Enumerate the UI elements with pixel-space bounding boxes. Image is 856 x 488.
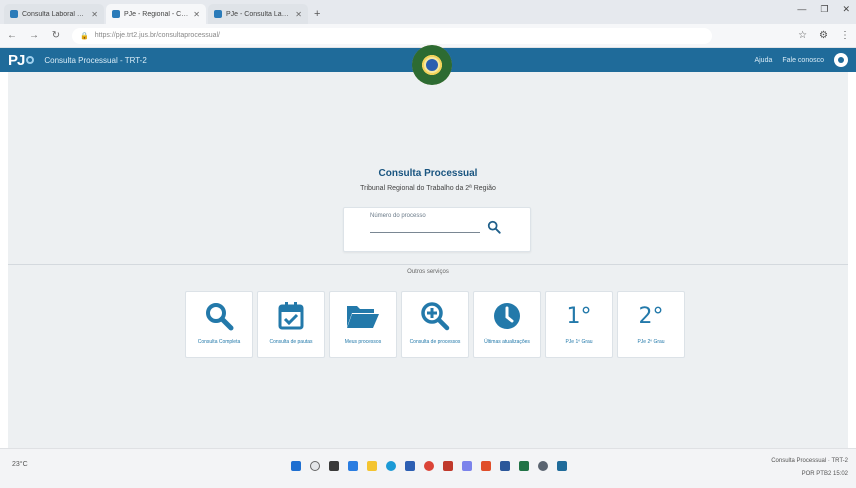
service-big-text: 2°: [638, 303, 664, 329]
search-icon[interactable]: [310, 461, 320, 471]
file-explorer-icon[interactable]: [367, 461, 377, 471]
close-tab-icon[interactable]: ✕: [295, 10, 302, 19]
header-links: Ajuda Fale conosco: [754, 53, 848, 67]
teams-icon[interactable]: [462, 461, 472, 471]
app-title: Consulta Processual - TRT-2: [44, 55, 147, 65]
main-content: [8, 72, 848, 448]
process-search-box: Número do processo: [343, 207, 531, 252]
pje-logo[interactable]: PJ: [8, 51, 35, 69]
services-grid: Consulta Completa Consulta de pautas Meu…: [185, 291, 685, 358]
second-degree-icon: 2°: [634, 301, 668, 331]
url-field[interactable]: 🔒 https://pje.trt2.jus.br/consultaproces…: [72, 27, 712, 44]
contact-link[interactable]: Fale conosco: [782, 57, 824, 64]
settings-icon[interactable]: [538, 461, 548, 471]
service-label: PJe 2º Grau: [637, 339, 665, 345]
chrome-icon[interactable]: [424, 461, 434, 471]
folder-open-icon: [346, 301, 380, 331]
browser-tab-1[interactable]: Consulta Laboral Eletrônica - PJE ✕: [4, 4, 104, 24]
service-label: Meus processos: [344, 339, 382, 345]
service-card-consulta-pautas[interactable]: Consulta de pautas: [257, 291, 325, 358]
service-label: Consulta de processos: [409, 339, 461, 345]
taskbar-apps: [291, 461, 567, 471]
clock-icon: [490, 301, 524, 331]
close-window-button[interactable]: ✕: [842, 4, 850, 15]
service-card-consulta-completa[interactable]: Consulta Completa: [185, 291, 253, 358]
window-controls: — ❐ ✕: [797, 4, 850, 15]
service-big-text: 1°: [566, 303, 592, 329]
minimize-button[interactable]: —: [797, 4, 806, 15]
zoom-in-icon: [418, 301, 452, 331]
process-number-input[interactable]: [370, 232, 480, 233]
coat-of-arms-icon: [412, 45, 452, 85]
edge-icon[interactable]: [386, 461, 396, 471]
browser-toolbar-right: ☆ ⚙ ⋮: [798, 30, 850, 41]
section-divider: [8, 264, 848, 265]
back-icon[interactable]: ←: [6, 30, 18, 41]
service-label: Últimas atualizações: [484, 339, 530, 345]
calendar-check-icon: [274, 301, 308, 331]
tab-favicon-icon: [112, 10, 120, 18]
close-tab-icon[interactable]: ✕: [193, 10, 200, 19]
tab-favicon-icon: [214, 10, 222, 18]
help-link[interactable]: Ajuda: [754, 57, 772, 64]
task-view-icon[interactable]: [329, 461, 339, 471]
browser-tab-3[interactable]: PJe - Consulta Laboral Eletrônica ✕: [208, 4, 308, 24]
app-icon[interactable]: [557, 461, 567, 471]
windows-taskbar: 23°C Consulta Processual · TRT-2 POR PTB…: [0, 448, 856, 488]
user-icon[interactable]: [834, 53, 848, 67]
tab-label: PJe - Regional - Consulta Proc.: [124, 10, 189, 18]
search-icon: [202, 301, 236, 331]
mail-icon[interactable]: [443, 461, 453, 471]
menu-icon[interactable]: ⋮: [840, 30, 850, 41]
service-label: PJe 1º Grau: [565, 339, 593, 345]
star-icon[interactable]: ☆: [798, 30, 807, 41]
service-card-consulta-processos[interactable]: Consulta de processos: [401, 291, 469, 358]
maximize-button[interactable]: ❐: [820, 4, 828, 15]
service-card-ultimas-atualizacoes[interactable]: Últimas atualizações: [473, 291, 541, 358]
services-title: Outros serviços: [407, 269, 449, 275]
search-icon[interactable]: [487, 220, 501, 234]
word-icon[interactable]: [500, 461, 510, 471]
system-tray-note: Consulta Processual · TRT-2: [771, 458, 848, 464]
process-number-label: Número do processo: [370, 213, 426, 219]
new-tab-button[interactable]: +: [310, 4, 324, 24]
service-card-pje-1-grau[interactable]: 1° PJe 1º Grau: [545, 291, 613, 358]
first-degree-icon: 1°: [562, 301, 596, 331]
service-label: Consulta de pautas: [269, 339, 313, 345]
forward-icon[interactable]: →: [28, 30, 40, 41]
office-icon[interactable]: [481, 461, 491, 471]
tab-label: PJe - Consulta Laboral Eletrônica: [226, 10, 292, 18]
excel-icon[interactable]: [519, 461, 529, 471]
store-icon[interactable]: [405, 461, 415, 471]
logo-text: PJ: [8, 51, 25, 69]
tab-favicon-icon: [10, 10, 18, 18]
browser-tab-2[interactable]: PJe - Regional - Consulta Proc. ✕: [106, 4, 206, 24]
page-title: Consulta Processual: [378, 168, 478, 179]
service-card-pje-2-grau[interactable]: 2° PJe 2º Grau: [617, 291, 685, 358]
start-icon[interactable]: [291, 461, 301, 471]
extensions-icon[interactable]: ⚙: [819, 30, 828, 41]
logo-mark-icon: [26, 56, 35, 64]
reload-icon[interactable]: ↻: [50, 30, 62, 41]
url-text: https://pje.trt2.jus.br/consultaprocessu…: [94, 32, 221, 39]
close-tab-icon[interactable]: ✕: [91, 10, 98, 19]
weather-widget[interactable]: 23°C: [12, 461, 28, 468]
service-label: Consulta Completa: [197, 339, 241, 345]
lock-icon: 🔒: [80, 32, 89, 40]
tab-label: Consulta Laboral Eletrônica - PJE: [22, 10, 87, 18]
widgets-icon[interactable]: [348, 461, 358, 471]
system-tray-status[interactable]: POR PTB2 15:02: [802, 471, 848, 477]
page-subtitle: Tribunal Regional do Trabalho da 2ª Regi…: [360, 185, 496, 192]
browser-tab-bar: Consulta Laboral Eletrônica - PJE ✕ PJe …: [0, 0, 856, 24]
service-card-meus-processos[interactable]: Meus processos: [329, 291, 397, 358]
